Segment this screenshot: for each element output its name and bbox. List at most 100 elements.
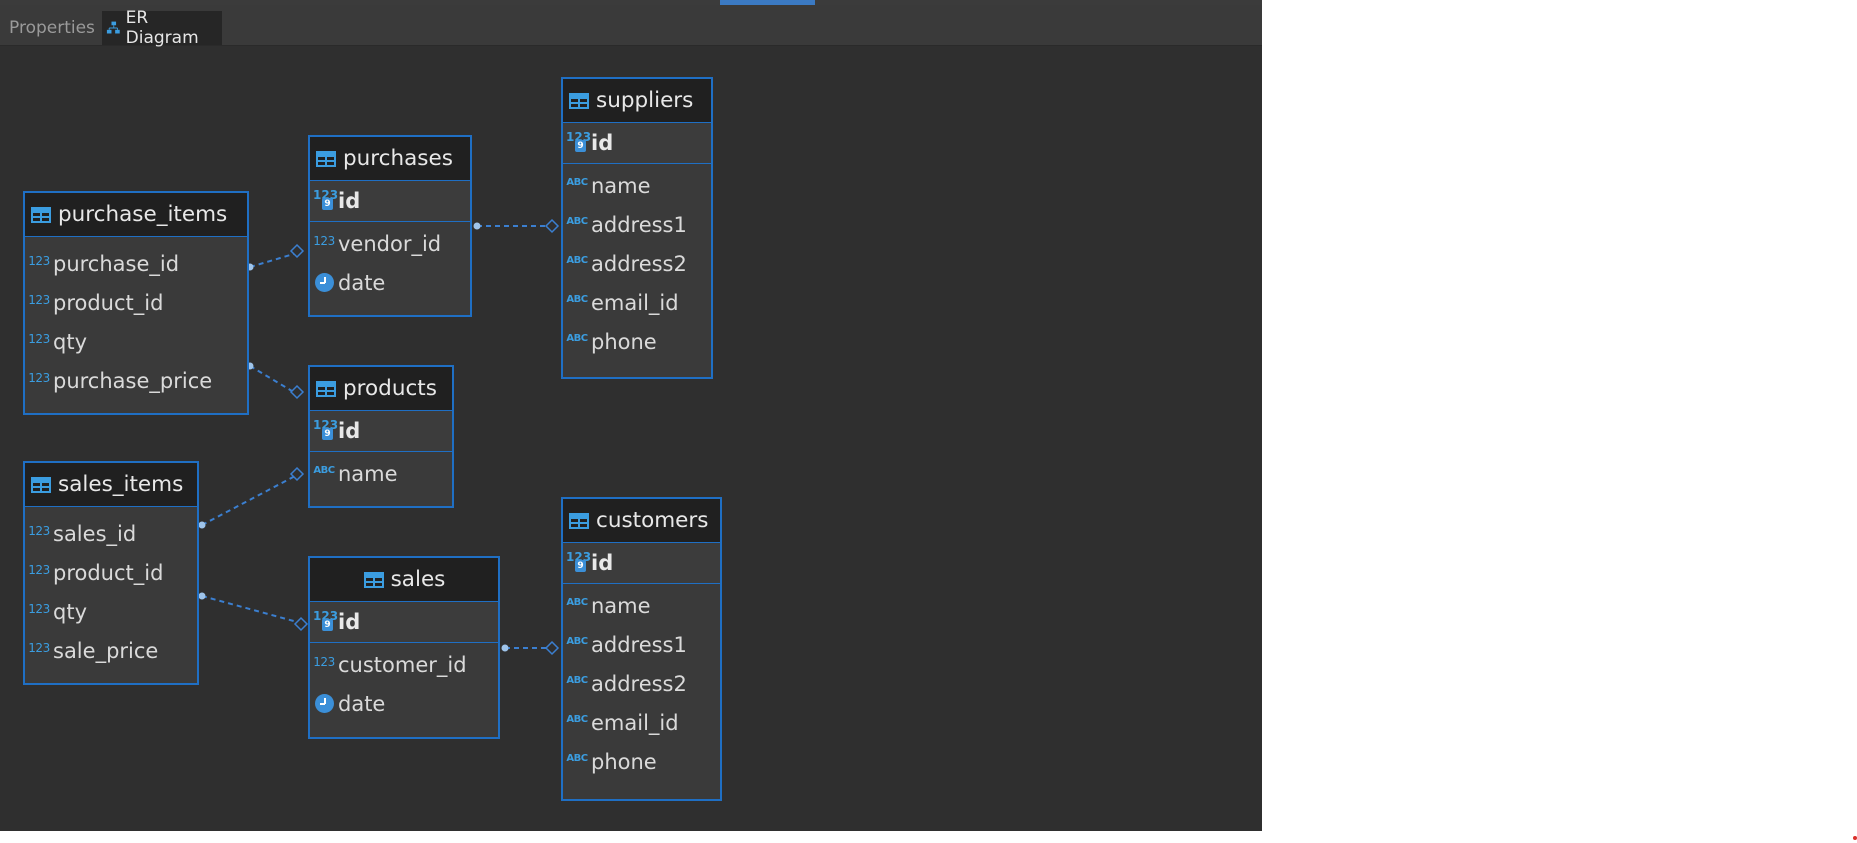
- table-icon: [31, 206, 51, 223]
- column-vendor-id[interactable]: 123 vendor_id: [310, 224, 470, 263]
- column-qty[interactable]: 123 qty: [25, 322, 247, 361]
- column-customer-id[interactable]: 123 customer_id: [310, 645, 498, 684]
- column-name: purchase_id: [53, 251, 180, 276]
- column-name[interactable]: ABC name: [563, 166, 711, 205]
- entity-sales[interactable]: sales 123 9 id 123 customer_id date: [308, 556, 500, 739]
- column-name: customer_id: [338, 652, 467, 677]
- entity-purchases[interactable]: purchases 123 9 id 123 vendor_id date: [308, 135, 472, 317]
- primary-key-row[interactable]: 123 9 id: [310, 601, 498, 643]
- primary-key-row[interactable]: 123 9 id: [563, 122, 711, 164]
- entity-sales-items[interactable]: sales_items 123 sales_id 123 product_id 12…: [23, 461, 199, 685]
- column-address1[interactable]: ABC address1: [563, 205, 711, 244]
- column-name: date: [338, 270, 386, 295]
- table-icon: [31, 476, 51, 493]
- primary-key-icon: 123 9: [313, 188, 339, 210]
- numeric-type-icon: 123: [28, 601, 50, 616]
- entity-header: customers: [563, 499, 720, 542]
- column-name: qty: [53, 329, 87, 354]
- link-end-diamond: [293, 616, 309, 632]
- column-phone[interactable]: ABC phone: [563, 322, 711, 361]
- column-sales-id[interactable]: 123 sales_id: [25, 514, 197, 553]
- corner-indicator: [1853, 836, 1857, 840]
- column-name[interactable]: ABC name: [310, 454, 452, 493]
- column-date[interactable]: date: [310, 684, 498, 723]
- column-email-id[interactable]: ABC email_id: [563, 283, 711, 322]
- column-name[interactable]: ABC name: [563, 586, 720, 625]
- tab-er-diagram[interactable]: ER Diagram: [102, 8, 222, 48]
- entity-title: sales_items: [58, 472, 184, 497]
- primary-key-icon: 123 9: [313, 609, 339, 631]
- er-diagram-icon: [106, 21, 120, 34]
- link-sales-items-sales: [201, 595, 302, 624]
- numeric-type-icon: 123: [313, 233, 335, 248]
- entity-header: products: [310, 367, 452, 410]
- entity-title: suppliers: [596, 88, 694, 113]
- column-sale-price[interactable]: 123 sale_price: [25, 631, 197, 670]
- column-name: id: [338, 189, 361, 213]
- column-name: address2: [591, 671, 687, 696]
- entity-purchase-items[interactable]: purchase_items 123 purchase_id 123 product…: [23, 191, 249, 415]
- numeric-type-icon: 123: [28, 562, 50, 577]
- column-name: id: [338, 610, 361, 634]
- primary-key-icon: 123 9: [566, 550, 592, 572]
- link-end-diamond: [289, 243, 305, 259]
- entity-products[interactable]: products 123 9 id ABC name: [308, 365, 454, 508]
- column-product-id[interactable]: 123 product_id: [25, 283, 247, 322]
- column-address2[interactable]: ABC address2: [563, 664, 720, 703]
- primary-key-icon: 123 9: [313, 418, 339, 440]
- entity-title: purchase_items: [58, 202, 228, 227]
- entity-header: purchase_items: [25, 193, 247, 236]
- numeric-type-icon: 123: [28, 253, 50, 268]
- column-name: name: [591, 173, 651, 198]
- column-date[interactable]: date: [310, 263, 470, 302]
- column-name: id: [591, 131, 614, 155]
- table-icon: [316, 380, 336, 397]
- column-name: id: [591, 551, 614, 575]
- entity-title: products: [343, 376, 437, 401]
- numeric-type-icon: 123: [28, 331, 50, 346]
- table-icon: [569, 92, 589, 109]
- column-name: address1: [591, 632, 687, 657]
- numeric-type-icon: 123: [28, 523, 50, 538]
- numeric-type-icon: 123: [28, 292, 50, 307]
- primary-key-row[interactable]: 123 9 id: [563, 542, 720, 584]
- numeric-type-icon: 123: [28, 640, 50, 655]
- primary-key-row[interactable]: 123 9 id: [310, 410, 452, 452]
- link-end-diamond: [289, 466, 305, 482]
- column-product-id[interactable]: 123 product_id: [25, 553, 197, 592]
- column-address1[interactable]: ABC address1: [563, 625, 720, 664]
- column-qty[interactable]: 123 qty: [25, 592, 197, 631]
- entity-title: purchases: [343, 146, 453, 171]
- column-purchase-price[interactable]: 123 purchase_price: [25, 361, 247, 400]
- text-type-icon: ABC: [313, 465, 335, 476]
- entity-customers[interactable]: customers 123 9 id ABC name ABC address1 AB…: [561, 497, 722, 801]
- tab-properties[interactable]: Properties: [0, 11, 98, 45]
- primary-key-row[interactable]: 123 9 id: [310, 180, 470, 222]
- diagram-canvas[interactable]: purchase_items 123 purchase_id 123 product…: [0, 46, 1262, 831]
- entity-suppliers[interactable]: suppliers 123 9 id ABC name ABC address1 AB…: [561, 77, 713, 379]
- entity-header: purchases: [310, 137, 470, 180]
- entity-header: suppliers: [563, 79, 711, 122]
- text-type-icon: ABC: [566, 675, 588, 686]
- text-type-icon: ABC: [566, 294, 588, 305]
- tab-label: Properties: [9, 18, 95, 38]
- column-phone[interactable]: ABC phone: [563, 742, 720, 781]
- text-type-icon: ABC: [566, 714, 588, 725]
- link-end-diamond: [289, 384, 305, 400]
- primary-key-icon: 123 9: [566, 130, 592, 152]
- text-type-icon: ABC: [566, 216, 588, 227]
- column-name: address1: [591, 212, 687, 237]
- column-name: purchase_price: [53, 368, 213, 393]
- column-name: qty: [53, 599, 87, 624]
- column-email-id[interactable]: ABC email_id: [563, 703, 720, 742]
- link-purchase-items-purchases: [249, 252, 298, 268]
- column-name: name: [338, 461, 398, 486]
- link-sales-items-products: [201, 474, 298, 526]
- link-origin-dot: [501, 644, 509, 652]
- column-address2[interactable]: ABC address2: [563, 244, 711, 283]
- column-purchase-id[interactable]: 123 purchase_id: [25, 244, 247, 283]
- column-name: phone: [591, 329, 657, 354]
- text-type-icon: ABC: [566, 753, 588, 764]
- entity-header: sales: [310, 558, 498, 601]
- numeric-type-icon: 123: [28, 370, 50, 385]
